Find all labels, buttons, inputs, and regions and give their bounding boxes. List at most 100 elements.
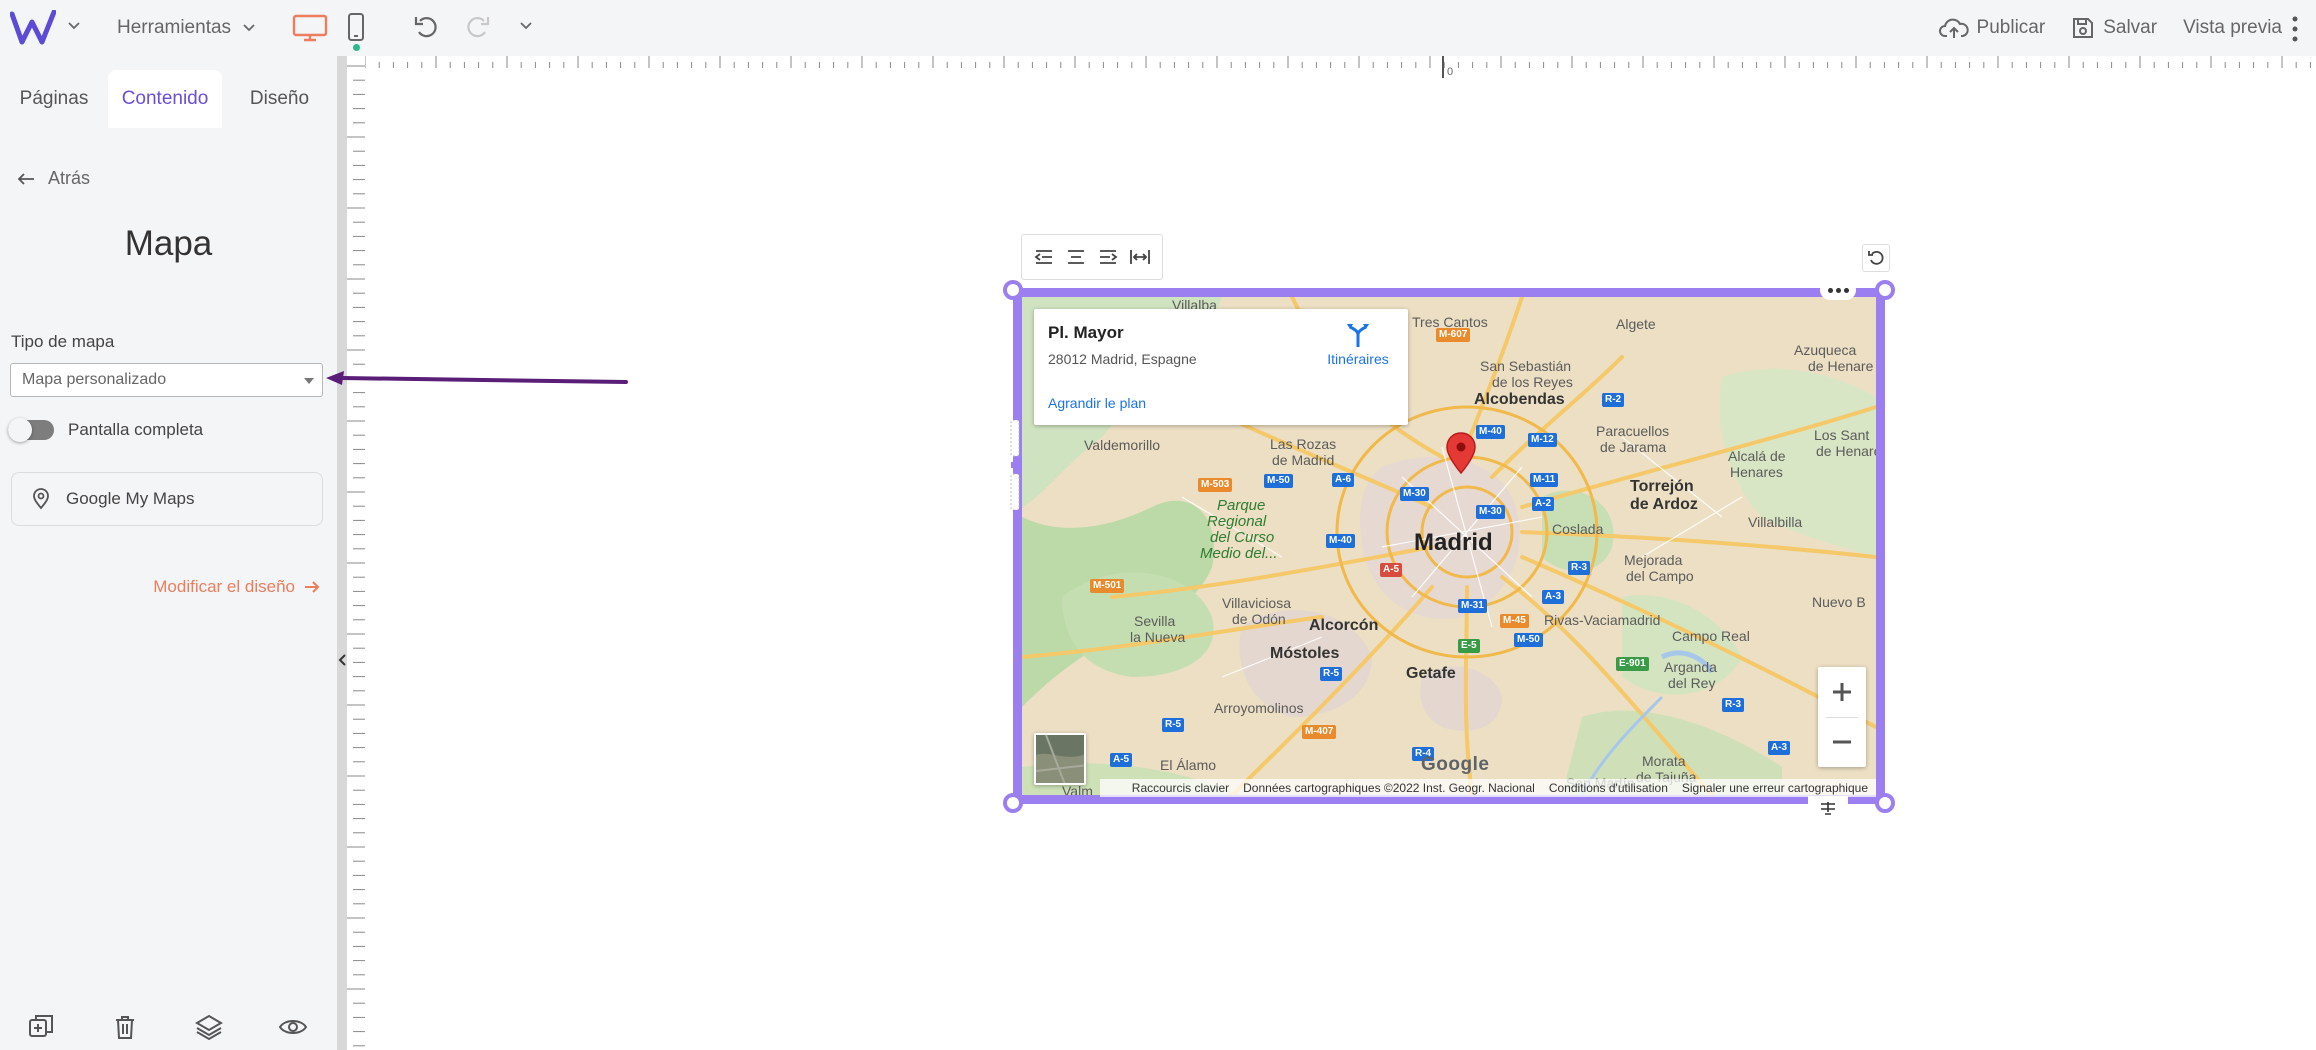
map-label-arganda: Arganda [1664,659,1717,675]
zoom-control [1818,667,1866,767]
more-vertical-icon[interactable] [2290,14,2300,44]
map-label-sevilla: Sevilla [1134,613,1176,629]
modify-design-link[interactable]: Modificar el diseño [153,577,321,597]
terms-link[interactable]: Conditions d'utilisation [1549,781,1668,795]
google-my-maps-button[interactable]: Google My Maps [11,472,323,526]
map-type-select[interactable]: Mapa personalizado [10,363,323,397]
tab-pages[interactable]: Páginas [0,70,108,128]
minus-icon [1833,740,1851,744]
map-label-morata: Morata [1642,753,1686,769]
panel-bottom-actions [0,1012,337,1050]
map-label-rivas: Rivas-Vaciamadrid [1544,612,1661,628]
resize-handle-top-right[interactable] [1875,280,1895,300]
road-shield: M-11 [1530,473,1559,487]
directions-icon [1347,324,1369,347]
google-my-maps-label: Google My Maps [66,489,195,508]
tab-design[interactable]: Diseño [222,70,337,128]
map-label-los-sant: Los Sant [1814,427,1870,443]
map-label-mejorada: Mejorada [1624,552,1683,568]
panel-divider[interactable] [337,56,347,1050]
layers-icon[interactable] [194,1012,224,1042]
caret-down-icon [304,378,314,384]
chevron-down-icon[interactable] [66,18,82,34]
undo-icon[interactable] [412,12,442,42]
plus-icon [1833,683,1851,701]
map-label-del-rey: del Rey [1668,675,1716,691]
road-shield: A-5 [1380,563,1403,577]
dot [1835,287,1841,293]
road-shield: A-3 [1542,590,1565,604]
zoom-out-button[interactable] [1818,717,1866,767]
zoom-in-button[interactable] [1818,667,1866,717]
map-label-de-henare: de Henare [1816,443,1876,459]
toggle-knob [8,418,32,442]
publish-button[interactable]: Publicar [1938,16,2045,40]
road-shield: M-407 [1302,725,1337,739]
align-left-icon[interactable] [1032,245,1056,269]
road-shield: R-3 [1568,561,1591,575]
map-label-de-madrid: de Madrid [1272,452,1335,468]
resize-handle-top-left[interactable] [1003,280,1023,300]
reset-size-button[interactable] [1862,244,1890,272]
map-label-madrid: Madrid [1414,529,1493,556]
full-width-icon[interactable] [1128,245,1152,269]
ruler-zero-label: 0 [1447,66,1454,78]
eye-icon[interactable] [278,1012,308,1042]
widget-more-button[interactable] [1820,280,1856,300]
directions-label: Itinéraires [1327,351,1389,367]
align-right-icon[interactable] [1096,245,1120,269]
road-shield: M-31 [1458,599,1487,613]
map-label-valdemorillo: Valdemorillo [1084,437,1160,453]
drag-grip[interactable] [1009,420,1021,510]
widget-settings-tab[interactable] [1808,796,1848,820]
map-type-value: Mapa personalizado [22,371,167,388]
map-label-alcala: Alcalá de [1728,448,1786,464]
keyboard-shortcuts-link[interactable]: Raccourcis clavier [1132,781,1229,795]
map-label-mostoles: Móstoles [1270,645,1340,662]
fullscreen-row: Pantalla completa [8,418,203,442]
map-label-paracuellos: Paracuellos [1596,423,1670,439]
report-error-link[interactable]: Signaler une erreur cartographique [1682,781,1868,795]
tools-menu[interactable]: Herramientas [117,14,257,42]
road-shield: M-503 [1198,478,1233,492]
mobile-view-icon[interactable] [346,12,366,42]
map-label-henares: Henares [1730,464,1783,480]
road-shield: M-607 [1436,328,1471,342]
map-label-de-jarama: de Jarama [1600,439,1667,455]
map-label-el-alamo: El Álamo [1160,757,1217,773]
duplicate-icon[interactable] [26,1012,56,1042]
enlarge-map-link[interactable]: Agrandir le plan [1048,395,1146,411]
chevron-down-icon[interactable] [518,18,534,34]
tab-content[interactable]: Contenido [108,70,222,128]
road-shield: A-5 [1110,753,1133,767]
chevron-down-icon [243,24,255,32]
map-label-san-sebastian: San Sebastián [1480,358,1572,374]
map-data-text: Données cartographiques ©2022 Inst. Geog… [1243,781,1535,795]
left-panel: Páginas Contenido Diseño Atrás Mapa Tipo… [0,56,337,1050]
preview-button[interactable]: Vista previa [2183,17,2282,39]
map-label-las-rozas: Las Rozas [1270,436,1337,452]
redo-icon[interactable] [462,12,492,42]
map-attribution: Raccourcis clavier Données cartographiqu… [1100,779,1876,797]
road-shield: M-45 [1500,614,1529,628]
tools-label: Herramientas [117,17,232,38]
satellite-toggle[interactable] [1034,733,1086,785]
road-shield: M-40 [1476,425,1505,439]
desktop-view-icon[interactable] [292,14,328,42]
fullscreen-toggle[interactable] [8,418,54,442]
preview-label: Vista previa [2183,17,2282,38]
road-shield: M-50 [1514,633,1543,647]
back-button[interactable]: Atrás [16,168,90,189]
save-button[interactable]: Salvar [2071,16,2157,40]
resize-handle-bottom-left[interactable] [1003,793,1023,813]
resize-handle-bottom-right[interactable] [1875,793,1895,813]
map-label-del-campo: del Campo [1626,568,1694,584]
directions-button[interactable]: Itinéraires [1318,321,1398,367]
map-label-torrejon: Torrejón [1630,478,1694,495]
road-shield: E-901 [1616,657,1649,671]
align-center-icon[interactable] [1064,245,1088,269]
webnode-logo[interactable] [10,10,56,46]
map-label-de-odon: de Odón [1232,611,1286,627]
trash-icon[interactable] [110,1012,140,1042]
dot [1843,287,1849,293]
